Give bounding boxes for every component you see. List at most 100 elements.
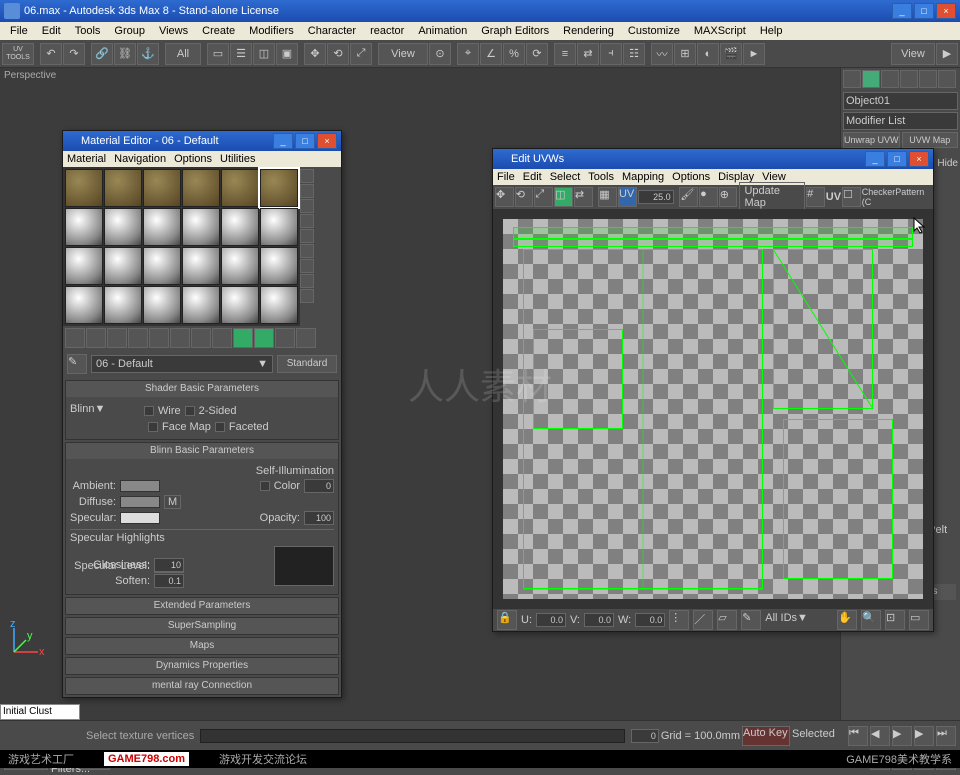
rollout-supersampling[interactable]: SuperSampling bbox=[66, 618, 338, 634]
hierarchy-tab-icon[interactable] bbox=[881, 70, 899, 88]
rollout-dynamics[interactable]: Dynamics Properties bbox=[66, 658, 338, 674]
mat-map-nav-icon[interactable] bbox=[300, 289, 314, 303]
uv-zoomregion-icon[interactable]: ▭ bbox=[909, 610, 929, 630]
display-tab-icon[interactable] bbox=[919, 70, 937, 88]
go-sibling-icon[interactable] bbox=[296, 328, 316, 348]
make-preview-icon[interactable] bbox=[300, 244, 314, 258]
center-icon[interactable]: ⊙ bbox=[429, 43, 451, 65]
uv-menu[interactable]: Mapping bbox=[622, 171, 664, 183]
mat-id-icon[interactable] bbox=[212, 328, 232, 348]
schematic-icon[interactable]: ⊞ bbox=[674, 43, 696, 65]
diffuse-swatch[interactable] bbox=[120, 496, 160, 508]
menu-item[interactable]: Graph Editors bbox=[475, 24, 555, 38]
material-slot[interactable] bbox=[260, 286, 298, 324]
material-slot[interactable] bbox=[221, 247, 259, 285]
uv-edge-icon[interactable]: ／ bbox=[693, 610, 713, 630]
time-slider[interactable] bbox=[200, 729, 625, 743]
window-crossing-icon[interactable]: ▣ bbox=[276, 43, 298, 65]
blinn-rollout-header[interactable]: Blinn Basic Parameters bbox=[66, 443, 338, 459]
close-button[interactable]: × bbox=[936, 3, 956, 19]
uvtools-button[interactable]: UVTOOLS bbox=[2, 43, 34, 65]
uv-pan-icon[interactable]: ✋ bbox=[837, 610, 857, 630]
assign-mat-icon[interactable] bbox=[107, 328, 127, 348]
uv-menu[interactable]: Tools bbox=[588, 171, 614, 183]
menu-item[interactable]: Animation bbox=[412, 24, 473, 38]
material-type-button[interactable]: Standard bbox=[277, 355, 337, 373]
material-slot[interactable] bbox=[260, 247, 298, 285]
update-map-button[interactable]: Update Map bbox=[739, 182, 805, 212]
mat-close-button[interactable]: × bbox=[317, 133, 337, 149]
show-end-icon[interactable] bbox=[254, 328, 274, 348]
mat-menu[interactable]: Utilities bbox=[220, 153, 255, 165]
menu-item[interactable]: Edit bbox=[36, 24, 67, 38]
redo-icon[interactable]: ↷ bbox=[63, 43, 85, 65]
uv-face-icon[interactable]: ▱ bbox=[717, 610, 737, 630]
show-map-icon[interactable] bbox=[233, 328, 253, 348]
mat-menu[interactable]: Options bbox=[174, 153, 212, 165]
undo-icon[interactable]: ↶ bbox=[40, 43, 62, 65]
video-check-icon[interactable] bbox=[300, 229, 314, 243]
render-icon[interactable]: ▶ bbox=[936, 43, 958, 65]
maximize-button[interactable]: □ bbox=[914, 3, 934, 19]
play-icon[interactable]: ▶ bbox=[892, 726, 912, 746]
next-frame-icon[interactable]: ▶ bbox=[914, 726, 934, 746]
spinner-snap-icon[interactable]: ⟳ bbox=[526, 43, 548, 65]
material-slot[interactable] bbox=[104, 247, 142, 285]
menu-item[interactable]: Help bbox=[754, 24, 789, 38]
diffuse-map-button[interactable]: M bbox=[164, 495, 181, 509]
goto-end-icon[interactable]: ⏭ bbox=[936, 726, 956, 746]
create-tab-icon[interactable] bbox=[843, 70, 861, 88]
select-name-icon[interactable]: ☰ bbox=[230, 43, 252, 65]
material-slot[interactable] bbox=[143, 169, 181, 207]
put-library-icon[interactable] bbox=[191, 328, 211, 348]
soften-spinner[interactable] bbox=[154, 574, 184, 588]
menu-item[interactable]: Group bbox=[108, 24, 151, 38]
prev-frame-icon[interactable]: ◀ bbox=[870, 726, 890, 746]
mat-minimize-button[interactable]: _ bbox=[273, 133, 293, 149]
all-filter-button[interactable]: All bbox=[165, 43, 201, 65]
refcoord-dropdown[interactable]: View bbox=[378, 43, 428, 65]
uv-rotate-icon[interactable]: ⟲ bbox=[515, 187, 534, 207]
utilities-tab-icon[interactable] bbox=[938, 70, 956, 88]
menu-item[interactable]: Create bbox=[196, 24, 241, 38]
material-name-dropdown[interactable]: 06 - Default▼ bbox=[91, 355, 273, 373]
snap-icon[interactable]: ⌖ bbox=[457, 43, 479, 65]
backlight-icon[interactable] bbox=[300, 184, 314, 198]
quick-render-icon[interactable]: ► bbox=[743, 43, 765, 65]
facemap-checkbox[interactable] bbox=[148, 422, 158, 432]
material-slot[interactable] bbox=[143, 208, 181, 246]
uv-menu[interactable]: Options bbox=[672, 171, 710, 183]
menu-item[interactable]: Tools bbox=[69, 24, 107, 38]
put-to-scene-icon[interactable] bbox=[86, 328, 106, 348]
ambient-swatch[interactable] bbox=[120, 480, 160, 492]
uv-vert-icon[interactable]: ⋮ bbox=[669, 610, 689, 630]
modifier-unwrap[interactable]: Unwrap UVW bbox=[843, 132, 900, 148]
material-slot[interactable] bbox=[143, 286, 181, 324]
menu-item[interactable]: MAXScript bbox=[688, 24, 752, 38]
reset-map-icon[interactable] bbox=[128, 328, 148, 348]
u-spinner[interactable] bbox=[536, 613, 566, 627]
background-icon[interactable] bbox=[300, 199, 314, 213]
selfillum-spinner[interactable] bbox=[304, 479, 334, 493]
material-slot[interactable] bbox=[65, 169, 103, 207]
curve-editor-icon[interactable]: 〰 bbox=[651, 43, 673, 65]
faceted-checkbox[interactable] bbox=[215, 422, 225, 432]
move-icon[interactable]: ✥ bbox=[304, 43, 326, 65]
v-spinner[interactable] bbox=[584, 613, 614, 627]
material-slot[interactable] bbox=[221, 286, 259, 324]
material-slot[interactable] bbox=[182, 286, 220, 324]
checker-label[interactable]: CheckerPattern (C bbox=[862, 187, 931, 207]
pick-mat-icon[interactable]: ✎ bbox=[67, 354, 87, 374]
material-slot[interactable] bbox=[260, 208, 298, 246]
material-slot[interactable] bbox=[65, 286, 103, 324]
select-icon[interactable]: ▭ bbox=[207, 43, 229, 65]
rotate-icon[interactable]: ⟲ bbox=[327, 43, 349, 65]
uv-zoomext-icon[interactable]: ⊡ bbox=[885, 610, 905, 630]
uv-mirror-icon[interactable]: ⇄ bbox=[574, 187, 593, 207]
uv-paint-icon[interactable]: ● bbox=[699, 187, 718, 207]
material-slot[interactable] bbox=[65, 208, 103, 246]
material-slot-active[interactable] bbox=[260, 169, 298, 207]
rollout-maps[interactable]: Maps bbox=[66, 638, 338, 654]
keymode-dropdown[interactable]: Selected bbox=[792, 728, 846, 744]
uv-menu[interactable]: File bbox=[497, 171, 515, 183]
